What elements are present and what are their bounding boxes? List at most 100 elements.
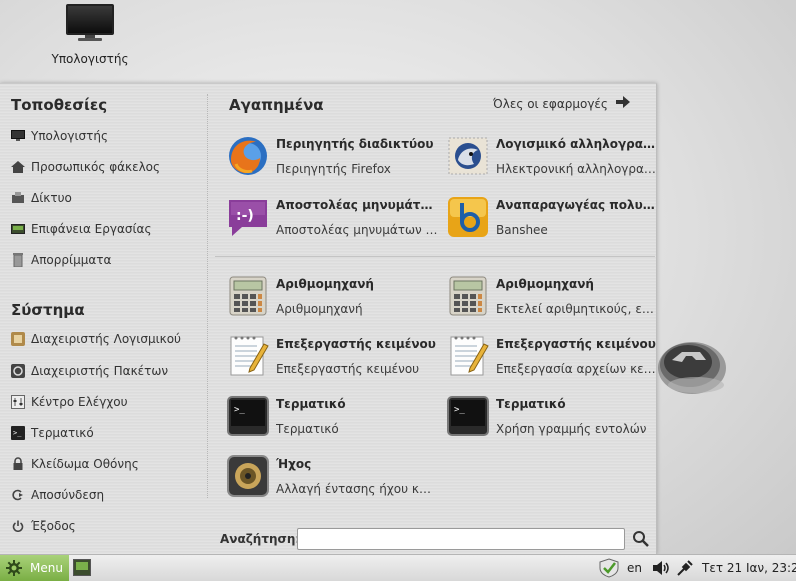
app-name: Περιηγητής διαδικτύου: [276, 137, 434, 151]
favorites-divider: [215, 256, 655, 257]
app-banshee[interactable]: Αναπαραγωγέας πολυμέσων Banshee: [446, 195, 658, 239]
system-label: Διαχειριστής Λογισμικού: [31, 332, 181, 346]
lock-icon: [11, 457, 25, 471]
app-name: Επεξεργαστής κειμένου: [276, 337, 436, 351]
place-network[interactable]: Δίκτυο: [11, 188, 72, 208]
mint-emblem-icon: [658, 342, 726, 394]
all-applications-button[interactable]: Όλες οι εφαρμογές: [493, 96, 630, 111]
app-description: Επεξεργασία αρχείων κειμένου: [496, 362, 658, 376]
firefox-icon: [229, 137, 267, 175]
pidgin-icon: :-): [229, 200, 267, 236]
menu-sidebar: Τοποθεσίες Υπολογιστής Προσωπικός φάκελο…: [0, 84, 207, 554]
logout-icon: [11, 488, 25, 502]
app-terminal-2[interactable]: >_ Τερματικό Χρήση γραμμής εντολών: [446, 394, 656, 438]
app-description: Χρήση γραμμής εντολών: [496, 422, 647, 436]
app-calculator-2[interactable]: Αριθμομηχανή Εκτελεί αριθμητικούς, επιστ…: [446, 274, 658, 318]
gear-icon: [6, 560, 22, 576]
system-label: Τερματικό: [31, 426, 94, 440]
terminal-app-icon: >_: [447, 396, 489, 436]
update-manager-tray[interactable]: [598, 555, 620, 581]
desktop-computer-shortcut[interactable]: Υπολογιστής: [40, 4, 140, 66]
app-description: Περιηγητής Firefox: [276, 162, 391, 176]
place-label: Απορρίμματα: [31, 253, 112, 267]
desktop-icon: [11, 222, 25, 236]
banshee-icon: [448, 197, 488, 237]
system-lock-screen[interactable]: Κλείδωμα Οθόνης: [11, 454, 139, 474]
app-name: Αριθμομηχανή: [496, 277, 594, 291]
clock[interactable]: Τετ 21 Ιαν, 23:24: [702, 555, 796, 581]
system-label: Διαχειριστής Πακέτων: [31, 364, 169, 378]
system-label: Αποσύνδεση: [31, 488, 105, 502]
system-title: Σύστημα: [11, 301, 85, 319]
keyboard-layout-indicator[interactable]: en: [627, 555, 642, 581]
network-plug-icon: [677, 560, 693, 576]
place-computer[interactable]: Υπολογιστής: [11, 126, 108, 146]
volume-icon: [653, 561, 669, 575]
thunderbird-icon: [448, 137, 488, 175]
package-manager-icon: [11, 364, 25, 378]
computer-icon: [66, 4, 114, 41]
svg-text::-): :-): [236, 208, 254, 224]
app-text-editor-2[interactable]: Επεξεργαστής κειμένου Επεξεργασία αρχείω…: [446, 334, 658, 378]
app-calculator[interactable]: Αριθμομηχανή Αριθμομηχανή: [226, 274, 436, 318]
home-icon: [11, 160, 25, 174]
search-icon[interactable]: [632, 530, 650, 548]
terminal-app-icon: >_: [227, 396, 269, 436]
search-label: Αναζήτηση:: [220, 532, 301, 546]
arrow-right-icon: [615, 96, 630, 111]
app-terminal[interactable]: >_ Τερματικό Τερματικό: [226, 394, 436, 438]
app-sound[interactable]: Ήχος Αλλαγή έντασης ήχου και συσκευών: [226, 454, 438, 498]
app-pidgin[interactable]: :-) Αποστολέας μηνυμάτων Αποστολέας μηνυ…: [226, 195, 438, 239]
system-exit[interactable]: Έξοδος: [11, 516, 76, 536]
start-menu: Τοποθεσίες Υπολογιστής Προσωπικός φάκελο…: [0, 83, 658, 554]
app-name: Αποστολέας μηνυμάτων: [276, 198, 438, 212]
sidebar-divider: [207, 94, 208, 498]
system-software-manager[interactable]: Διαχειριστής Λογισμικού: [11, 329, 181, 349]
show-desktop-button[interactable]: [73, 559, 91, 576]
app-name: Λογισμικό αλληλογραφίας: [496, 137, 658, 151]
text-editor-icon: [450, 336, 489, 376]
svg-text:>_: >_: [454, 405, 465, 415]
app-name: Επεξεργαστής κειμένου: [496, 337, 656, 351]
system-label: Έξοδος: [31, 519, 76, 533]
software-manager-icon: [11, 332, 25, 346]
app-firefox[interactable]: Περιηγητής διαδικτύου Περιηγητής Firefox: [226, 134, 436, 178]
place-label: Δίκτυο: [31, 191, 72, 205]
place-label: Επιφάνεια Εργασίας: [31, 222, 152, 236]
text-editor-icon: [230, 336, 269, 376]
app-name: Ήχος: [276, 457, 312, 471]
menu-button-label: Menu: [30, 561, 63, 575]
keyboard-layout-label: en: [627, 561, 642, 575]
system-label: Κλείδωμα Οθόνης: [31, 457, 139, 471]
svg-text:>_: >_: [234, 405, 245, 415]
place-label: Προσωπικός φάκελος: [31, 160, 161, 174]
place-desktop[interactable]: Επιφάνεια Εργασίας: [11, 219, 152, 239]
system-package-manager[interactable]: Διαχειριστής Πακέτων: [11, 361, 168, 381]
place-trash[interactable]: Απορρίμματα: [11, 250, 111, 270]
taskbar: Menu en Τετ 21 Ιαν, 23:24: [0, 554, 796, 581]
system-label: Κέντρο Ελέγχου: [31, 395, 128, 409]
control-center-icon: [11, 395, 25, 409]
system-control-center[interactable]: Κέντρο Ελέγχου: [11, 392, 128, 412]
search-input[interactable]: [297, 528, 625, 550]
app-description: Εκτελεί αριθμητικούς, επιστημονικούς υπο…: [496, 302, 658, 316]
volume-tray[interactable]: [653, 555, 671, 581]
place-home[interactable]: Προσωπικός φάκελος: [11, 157, 160, 177]
app-name: Αριθμομηχανή: [276, 277, 374, 291]
system-terminal[interactable]: >_ Τερματικό: [11, 423, 94, 443]
app-description: Αποστολέας μηνυμάτων Pidgin: [276, 223, 438, 237]
app-description: Αλλαγή έντασης ήχου και συσκευών: [276, 482, 438, 496]
app-name: Αναπαραγωγέας πολυμέσων: [496, 198, 658, 212]
app-description: Banshee: [496, 223, 548, 237]
terminal-icon: >_: [11, 426, 25, 440]
app-name: Τερματικό: [276, 397, 346, 411]
computer-icon: [11, 129, 25, 143]
app-thunderbird[interactable]: Λογισμικό αλληλογραφίας Ηλεκτρονική αλλη…: [446, 134, 658, 178]
network-tray[interactable]: [676, 555, 694, 581]
desktop-computer-label: Υπολογιστής: [51, 52, 129, 66]
app-name: Τερματικό: [496, 397, 566, 411]
shield-check-icon: [599, 558, 619, 578]
system-logout[interactable]: Αποσύνδεση: [11, 485, 104, 505]
menu-button[interactable]: Menu: [0, 555, 69, 581]
app-text-editor[interactable]: Επεξεργαστής κειμένου Επεξεργαστής κειμέ…: [226, 334, 436, 378]
